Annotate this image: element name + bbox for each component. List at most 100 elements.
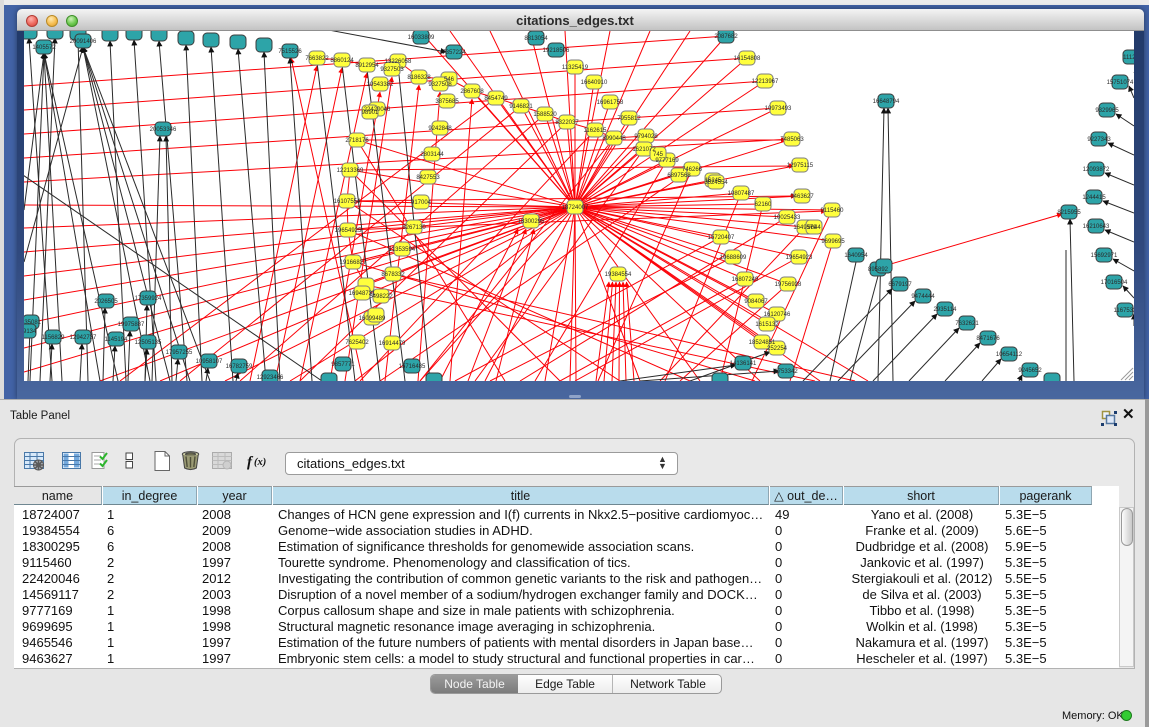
svg-text:7485063: 7485063 — [780, 137, 804, 143]
svg-text:7663822: 7663822 — [305, 56, 329, 62]
svg-text:17016504: 17016504 — [1101, 280, 1128, 286]
svg-text:1615132: 1615132 — [755, 322, 779, 328]
svg-text:12213967: 12213967 — [752, 79, 779, 85]
svg-text:13226058: 13226058 — [385, 59, 412, 65]
svg-text:1167533: 1167533 — [1114, 308, 1134, 314]
svg-text:9474444: 9474444 — [911, 294, 935, 300]
svg-text:8454749: 8454749 — [484, 96, 508, 102]
svg-text:917004: 917004 — [411, 200, 432, 206]
svg-text:19166827: 19166827 — [340, 260, 367, 266]
svg-text:9146821: 9146821 — [509, 104, 533, 110]
svg-text:10654112: 10654112 — [996, 352, 1023, 358]
svg-text:2718176: 2718176 — [345, 138, 369, 144]
svg-text:745: 745 — [653, 152, 664, 158]
svg-text:17359924: 17359924 — [135, 296, 162, 302]
svg-text:3624554: 3624554 — [704, 180, 728, 186]
svg-text:5498222: 5498222 — [369, 294, 393, 300]
svg-text:16648794: 16648794 — [873, 99, 900, 105]
svg-text:10958107: 10958107 — [196, 359, 223, 365]
svg-text:2026505: 2026505 — [94, 299, 118, 305]
svg-text:19975887: 19975887 — [118, 322, 145, 328]
svg-text:18724007: 18724007 — [562, 205, 589, 211]
svg-text:3875685: 3875685 — [435, 99, 459, 105]
svg-text:10543382: 10543382 — [367, 82, 394, 88]
svg-text:9644: 9644 — [807, 225, 821, 231]
svg-text:15692971: 15692971 — [1091, 253, 1118, 259]
svg-text:9463627: 9463627 — [790, 194, 814, 200]
svg-text:8471676: 8471676 — [976, 336, 1000, 342]
svg-text:8267130: 8267130 — [402, 225, 426, 231]
svg-text:10807487: 10807487 — [728, 191, 755, 197]
svg-text:9115460: 9115460 — [821, 208, 845, 214]
svg-text:9242848: 9242848 — [428, 126, 452, 132]
svg-text:9777169: 9777169 — [655, 158, 679, 164]
svg-text:62160: 62160 — [755, 202, 772, 208]
svg-text:9794028: 9794028 — [634, 134, 658, 140]
svg-text:1156829: 1156829 — [42, 335, 66, 341]
svg-text:16107554: 16107554 — [334, 199, 361, 205]
svg-text:16782759: 16782759 — [226, 364, 253, 370]
svg-text:2803144: 2803144 — [420, 152, 444, 158]
svg-text:19218506: 19218506 — [543, 48, 570, 54]
svg-text:16099489: 16099489 — [359, 316, 386, 322]
svg-text:8427553: 8427553 — [416, 175, 440, 181]
svg-text:7955812: 7955812 — [617, 116, 641, 122]
svg-text:19384554: 19384554 — [605, 272, 632, 278]
svg-text:11353594: 11353594 — [389, 247, 416, 253]
svg-text:8912954: 8912954 — [355, 63, 379, 69]
svg-text:15751074: 15751074 — [1107, 80, 1134, 86]
svg-text:7357224: 7357224 — [442, 50, 466, 56]
svg-text:6679197: 6679197 — [888, 282, 912, 288]
svg-text:12975115: 12975115 — [787, 163, 814, 169]
svg-text:16210643: 16210643 — [1083, 224, 1110, 230]
svg-text:2087682: 2087682 — [714, 34, 738, 40]
svg-text:9857771: 9857771 — [331, 362, 355, 368]
svg-text:2935114: 2935114 — [934, 307, 958, 313]
svg-text:9327503: 9327503 — [380, 67, 404, 73]
svg-text:39134: 39134 — [24, 329, 37, 335]
svg-text:252254: 252254 — [767, 346, 788, 352]
svg-text:10973493: 10973493 — [765, 106, 792, 112]
svg-text:16807249: 16807249 — [732, 277, 759, 283]
svg-text:16033809: 16033809 — [408, 35, 435, 41]
svg-text:8813054: 8813054 — [524, 36, 548, 42]
svg-text:6897568: 6897568 — [667, 173, 691, 179]
svg-text:20053346: 20053346 — [150, 127, 177, 133]
svg-text:1405572: 1405572 — [32, 45, 56, 51]
svg-text:15720407: 15720407 — [708, 235, 735, 241]
svg-text:1588520: 1588520 — [533, 112, 557, 118]
svg-text:7632621: 7632621 — [955, 321, 979, 327]
svg-text:20091406: 20091406 — [70, 39, 97, 45]
svg-text:7515526: 7515526 — [278, 49, 302, 55]
svg-text:8990448: 8990448 — [602, 136, 626, 142]
svg-text:9329965: 9329965 — [1095, 108, 1119, 114]
svg-text:15716485: 15716485 — [399, 364, 426, 370]
svg-text:(x): (x) — [254, 457, 266, 468]
svg-text:16914479: 16914479 — [379, 341, 406, 347]
svg-text:14136141: 14136141 — [730, 361, 757, 367]
svg-text:9227343: 9227343 — [1087, 137, 1111, 143]
svg-text:12942737: 12942737 — [70, 335, 97, 341]
svg-text:19654923: 19654923 — [786, 255, 813, 261]
svg-text:9699695: 9699695 — [821, 239, 845, 245]
svg-text:1145194: 1145194 — [105, 337, 129, 343]
svg-text:12505135: 12505135 — [135, 340, 162, 346]
svg-text:12093872: 12093872 — [1083, 167, 1110, 173]
svg-text:12213369: 12213369 — [337, 168, 364, 174]
svg-text:16120746: 16120746 — [764, 312, 791, 318]
svg-text:1753342: 1753342 — [774, 369, 798, 375]
svg-text:12923466: 12923466 — [257, 375, 284, 381]
svg-text:2867608: 2867608 — [460, 89, 484, 95]
svg-text:17957255: 17957255 — [166, 350, 193, 356]
svg-text:1640954: 1640954 — [844, 253, 868, 259]
svg-text:11125: 11125 — [1123, 55, 1134, 61]
svg-text:8215955: 8215955 — [1057, 210, 1081, 216]
svg-text:895892: 895892 — [868, 267, 889, 273]
svg-text:8186328: 8186328 — [407, 75, 431, 81]
svg-text:18300295: 18300295 — [518, 219, 545, 225]
svg-text:8322037: 8322037 — [555, 120, 579, 126]
svg-text:10688609: 10688609 — [720, 255, 747, 261]
svg-text:19756928: 19756928 — [775, 282, 802, 288]
svg-text:7625402: 7625402 — [345, 340, 369, 346]
svg-text:16961758: 16961758 — [597, 100, 624, 106]
